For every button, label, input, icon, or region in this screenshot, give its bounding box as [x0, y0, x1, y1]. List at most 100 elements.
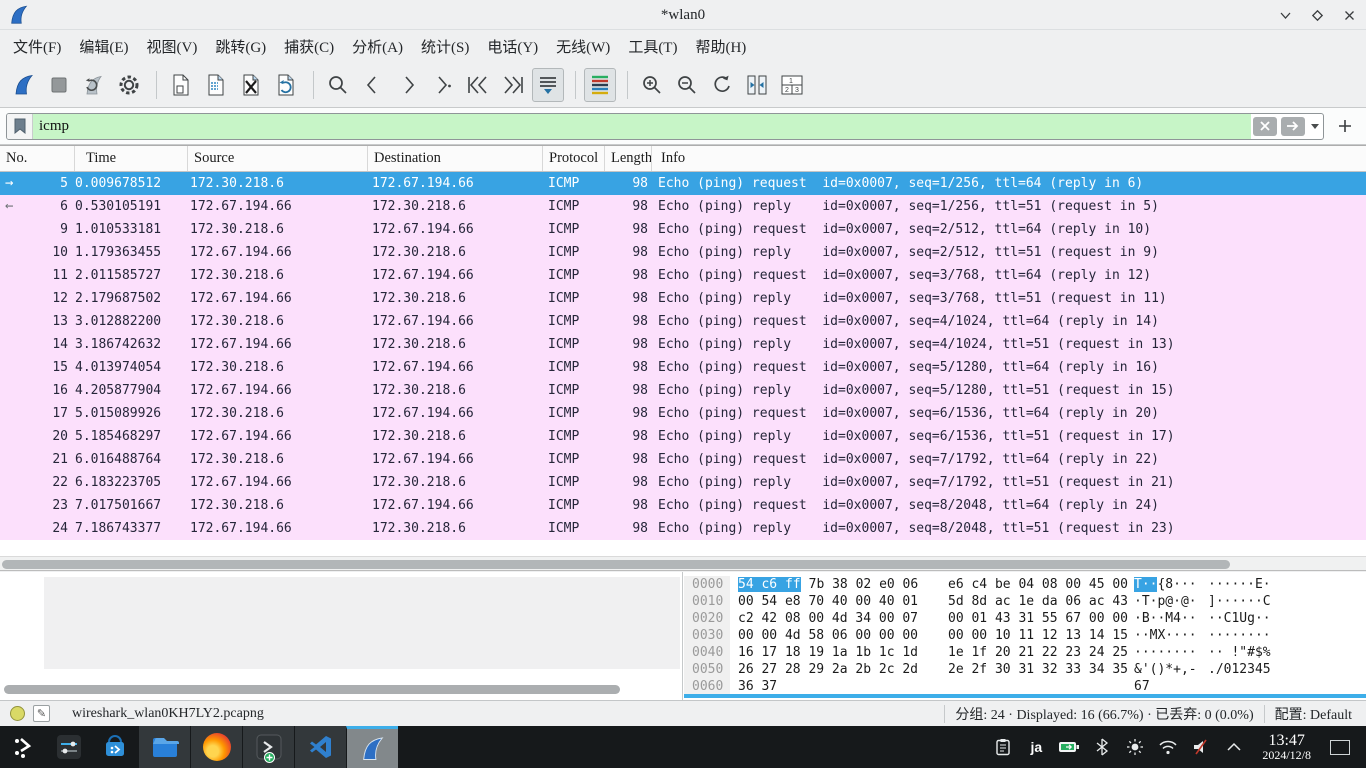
display-filter-input[interactable]: [33, 114, 1251, 139]
bluetooth-icon[interactable]: [1089, 734, 1115, 760]
find-packet-button[interactable]: [322, 68, 354, 102]
save-file-button[interactable]: [200, 68, 232, 102]
packet-row[interactable]: 21 6.016488764 172.30.218.6 172.67.194.6…: [0, 448, 1366, 471]
input-method-indicator[interactable]: ja: [1023, 734, 1049, 760]
menu-item[interactable]: 跳转(G): [206, 32, 275, 61]
menu-item[interactable]: 分析(A): [343, 32, 412, 61]
column-header-destination[interactable]: Destination: [368, 146, 543, 171]
packet-row[interactable]: 13 3.012882200 172.30.218.6 172.67.194.6…: [0, 310, 1366, 333]
packet-row[interactable]: 10 1.179363455 172.67.194.66 172.30.218.…: [0, 241, 1366, 264]
hex-row[interactable]: 0010 00 54 e8 70 40 00 40 01 5d 8d ac 1e…: [684, 593, 1366, 610]
system-settings-button[interactable]: [46, 726, 92, 768]
column-header-no[interactable]: No.: [0, 146, 75, 171]
column-header-protocol[interactable]: Protocol: [543, 146, 605, 171]
layout-button[interactable]: 123: [776, 68, 808, 102]
packet-row[interactable]: 12 2.179687502 172.67.194.66 172.30.218.…: [0, 287, 1366, 310]
task-firefox[interactable]: [190, 726, 242, 768]
filter-dropdown-caret[interactable]: [1307, 114, 1323, 139]
detail-tree-row[interactable]: Internet Protocol Version 4, Src: 172.30…: [44, 623, 680, 646]
minimize-button[interactable]: [1274, 4, 1296, 26]
packet-row[interactable]: 15 4.013974054 172.30.218.6 172.67.194.6…: [0, 356, 1366, 379]
menu-item[interactable]: 帮助(H): [686, 32, 755, 61]
task-file-manager[interactable]: [138, 726, 190, 768]
column-header-length[interactable]: Length: [605, 146, 652, 171]
filter-clear-button[interactable]: [1253, 117, 1277, 136]
tray-expand-chevron-icon[interactable]: [1221, 734, 1247, 760]
clipboard-icon[interactable]: [990, 734, 1016, 760]
expand-chevron-icon[interactable]: [44, 651, 120, 669]
hex-row[interactable]: 0020 c2 42 08 00 4d 34 00 07 00 01 43 31…: [684, 610, 1366, 627]
expand-chevron-icon[interactable]: [44, 605, 120, 623]
menu-item[interactable]: 编辑(E): [70, 32, 137, 61]
battery-icon[interactable]: [1056, 734, 1082, 760]
task-vscode[interactable]: [294, 726, 346, 768]
resize-columns-button[interactable]: [741, 68, 773, 102]
expand-chevron-icon[interactable]: [44, 582, 120, 600]
packet-row[interactable]: 20 5.185468297 172.67.194.66 172.30.218.…: [0, 425, 1366, 448]
close-button[interactable]: [1338, 4, 1360, 26]
packet-row[interactable]: ←6 0.530105191 172.67.194.66 172.30.218.…: [0, 195, 1366, 218]
menu-item[interactable]: 电话(Y): [478, 32, 547, 61]
task-terminal[interactable]: [242, 726, 294, 768]
colorize-button[interactable]: [584, 68, 616, 102]
clock[interactable]: 13:47 2024/12/8: [1262, 732, 1311, 763]
hex-row[interactable]: 0040 16 17 18 19 1a 1b 1c 1d 1e 1f 20 21…: [684, 644, 1366, 661]
hex-pane-scrollbar[interactable]: [684, 694, 1366, 698]
wifi-icon[interactable]: [1155, 734, 1181, 760]
stop-capture-button[interactable]: [43, 68, 75, 102]
discover-button[interactable]: [92, 726, 138, 768]
auto-scroll-button[interactable]: [532, 68, 564, 102]
detail-tree-row[interactable]: Frame 5: 98 bytes on wire (784 bits), 98…: [44, 577, 680, 600]
brightness-icon[interactable]: [1122, 734, 1148, 760]
task-wireshark-active[interactable]: [346, 726, 398, 768]
packet-row[interactable]: 9 1.010533181 172.30.218.6 172.67.194.66…: [0, 218, 1366, 241]
filter-add-button[interactable]: [1330, 113, 1360, 140]
packet-row[interactable]: 14 3.186742632 172.67.194.66 172.30.218.…: [0, 333, 1366, 356]
capture-options-button[interactable]: [113, 68, 145, 102]
restart-capture-button[interactable]: [78, 68, 110, 102]
detail-tree-row[interactable]: Ethernet II, Src: HonHaiPrecis_c4:be:04 …: [44, 600, 680, 623]
expand-chevron-icon[interactable]: [44, 628, 120, 646]
profile-label[interactable]: 配置: Default: [1275, 704, 1352, 724]
menu-item[interactable]: 文件(F): [4, 32, 70, 61]
packet-row[interactable]: 23 7.017501667 172.30.218.6 172.67.194.6…: [0, 494, 1366, 517]
show-desktop-button[interactable]: [1330, 740, 1350, 755]
open-file-button[interactable]: [165, 68, 197, 102]
packet-row[interactable]: 24 7.186743377 172.67.194.66 172.30.218.…: [0, 517, 1366, 540]
close-file-button[interactable]: [235, 68, 267, 102]
go-to-packet-button[interactable]: [427, 68, 459, 102]
reload-file-button[interactable]: [270, 68, 302, 102]
menu-item[interactable]: 视图(V): [138, 32, 207, 61]
details-hscrollbar-thumb[interactable]: [4, 685, 620, 694]
hex-row[interactable]: 0050 26 27 28 29 2a 2b 2c 2d 2e 2f 30 31…: [684, 661, 1366, 678]
go-last-packet-button[interactable]: [497, 68, 529, 102]
go-back-button[interactable]: [357, 68, 389, 102]
titlebar[interactable]: *wlan0: [0, 0, 1366, 30]
expert-info-icon[interactable]: [10, 706, 25, 721]
packet-row[interactable]: 17 5.015089926 172.30.218.6 172.67.194.6…: [0, 402, 1366, 425]
filter-apply-button[interactable]: [1281, 117, 1305, 136]
hscrollbar-thumb[interactable]: [2, 560, 1230, 569]
column-header-info[interactable]: Info: [652, 146, 1366, 171]
column-header-time[interactable]: Time: [75, 146, 188, 171]
go-first-packet-button[interactable]: [462, 68, 494, 102]
packet-row[interactable]: 11 2.011585727 172.30.218.6 172.67.194.6…: [0, 264, 1366, 287]
hex-row[interactable]: 0060 36 37 67: [684, 678, 1366, 695]
hex-row[interactable]: 0000 54 c6 ff7b 38 02 e0 06 e6 c4 be 04 …: [684, 576, 1366, 593]
menu-item[interactable]: 工具(T): [619, 32, 686, 61]
packet-row[interactable]: →5 0.009678512 172.30.218.6 172.67.194.6…: [0, 172, 1366, 195]
packet-row[interactable]: 22 6.183223705 172.67.194.66 172.30.218.…: [0, 471, 1366, 494]
filter-bookmark-icon[interactable]: [7, 114, 33, 139]
zoom-out-button[interactable]: [671, 68, 703, 102]
volume-muted-icon[interactable]: [1188, 734, 1214, 760]
start-capture-button[interactable]: [8, 68, 40, 102]
packet-row[interactable]: 16 4.205877904 172.67.194.66 172.30.218.…: [0, 379, 1366, 402]
zoom-reset-button[interactable]: [706, 68, 738, 102]
app-launcher-button[interactable]: [0, 726, 46, 768]
go-forward-button[interactable]: [392, 68, 424, 102]
zoom-in-button[interactable]: [636, 68, 668, 102]
column-header-source[interactable]: Source: [188, 146, 368, 171]
menu-item[interactable]: 捕获(C): [275, 32, 343, 61]
menu-item[interactable]: 统计(S): [412, 32, 478, 61]
hex-row[interactable]: 0030 00 00 4d 58 06 00 00 00 00 00 10 11…: [684, 627, 1366, 644]
